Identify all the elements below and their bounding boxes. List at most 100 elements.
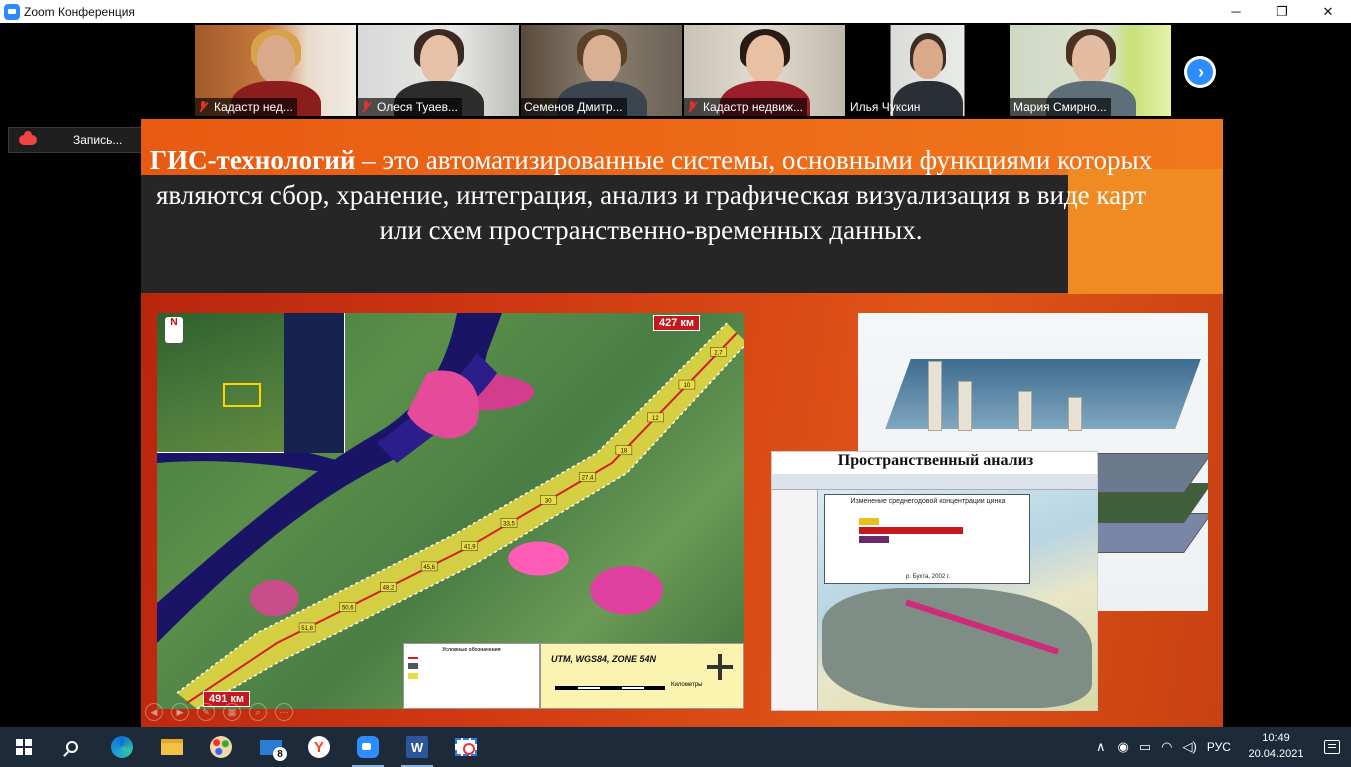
zoom-window: Zoom Конференция ─ ❐ ✕ Кадастр нед... Ол… xyxy=(0,0,1351,767)
segment-km-label: 2,7 xyxy=(714,350,723,356)
segment-km-label: 51,8 xyxy=(301,626,313,632)
spatial-analysis-screenshot: Пространственный анализ Изменение средне… xyxy=(771,451,1098,711)
participant-tile[interactable]: Кадастр недвиж... xyxy=(684,25,845,116)
shared-slide: ГИС-технологий – это автоматизированные … xyxy=(141,119,1223,727)
slide-heading: ГИС-технологий – это автоматизированные … xyxy=(141,143,1161,248)
participant-name: Кадастр нед... xyxy=(214,100,293,114)
previous-slide-icon[interactable]: ◀ xyxy=(145,703,163,721)
taskbar-zoom[interactable] xyxy=(344,727,392,767)
chart-bar xyxy=(859,527,963,534)
legend-swatch-zone xyxy=(408,673,418,679)
analysis-title: Пространственный анализ xyxy=(837,452,1034,469)
participant-tile[interactable]: Илья Чуксин xyxy=(847,25,1008,116)
muted-mic-icon xyxy=(198,101,208,113)
next-slide-icon[interactable]: ▶ xyxy=(171,703,189,721)
chart-caption: р. Бухта, 2002 г. xyxy=(906,574,950,580)
zinc-concentration-chart: Изменение среднегодовой концентрации цин… xyxy=(824,494,1030,584)
windows-logo-icon xyxy=(16,739,32,755)
taskbar-snipping-tool[interactable] xyxy=(442,727,490,767)
km-label-top: 427 км xyxy=(653,315,701,331)
system-tray: ∧ ◉ ▭ ◠ ◁) РУС xyxy=(1096,727,1231,767)
chart-bar xyxy=(859,518,879,525)
legend-swatch-segment xyxy=(408,663,418,669)
notification-center-button[interactable] xyxy=(1320,735,1344,759)
pipeline-satellite-map: 2,7 10 12 18 27,4 30 33,5 41,9 45,6 48,2 50,6 51,8 … xyxy=(157,313,744,709)
search-icon xyxy=(66,741,78,753)
segment-km-label: 50,6 xyxy=(342,606,354,612)
minimize-button[interactable]: ─ xyxy=(1213,0,1259,23)
scale-bar xyxy=(555,686,665,690)
window-title: Zoom Конференция xyxy=(24,4,135,19)
north-arrow-icon: N xyxy=(165,317,183,343)
scale-unit: Километры xyxy=(671,682,703,688)
participant-name: Кадастр недвиж... xyxy=(703,100,803,114)
clock-date: 20.04.2021 xyxy=(1248,748,1304,760)
segment-km-label: 45,6 xyxy=(423,565,435,571)
muted-mic-icon xyxy=(687,101,697,113)
segment-km-label: 33,5 xyxy=(503,521,515,527)
wifi-icon[interactable]: ◠ xyxy=(1161,739,1172,755)
study-area-frame xyxy=(223,383,261,407)
taskbar-edge[interactable] xyxy=(98,727,146,767)
segment-km-label: 10 xyxy=(684,383,691,389)
participant-name: Семенов Дмитр... xyxy=(524,100,623,114)
taskbar-paint[interactable] xyxy=(197,727,245,767)
segment-km-label: 12 xyxy=(652,416,659,422)
zoom-magnifier-icon[interactable]: ⌕ xyxy=(249,703,267,721)
title-bar: Zoom Конференция ─ ❐ ✕ xyxy=(0,0,1351,23)
participant-tile[interactable]: Олеся Туаев... xyxy=(358,25,519,116)
map-legend: Условные обозначения xyxy=(403,643,540,709)
word-icon: W xyxy=(406,736,428,758)
segment-km-label: 48,2 xyxy=(383,585,395,591)
pen-icon[interactable]: ✎ xyxy=(197,703,215,721)
participant-name: Олеся Туаев... xyxy=(377,100,458,114)
maximize-button[interactable]: ❐ xyxy=(1259,0,1305,23)
zoom-app-icon xyxy=(357,736,379,758)
mail-unread-badge: 8 xyxy=(273,747,287,761)
segment-km-label: 18 xyxy=(621,449,628,455)
taskbar-clock[interactable]: 10:49 20.04.2021 xyxy=(1246,730,1306,762)
zoom-app-icon xyxy=(4,3,20,20)
yandex-browser-icon: Y xyxy=(308,736,330,758)
slides-grid-icon[interactable]: ▦ xyxy=(223,703,241,721)
cloud-record-icon xyxy=(19,131,37,145)
start-button[interactable] xyxy=(0,727,48,767)
windows-taskbar: 8 Y W ∧ ◉ ▭ ◠ ◁) РУС 10:49 20.04.2021 xyxy=(0,727,1351,767)
battery-icon[interactable]: ▭ xyxy=(1139,739,1151,755)
overview-inset-map xyxy=(157,313,345,453)
participant-name: Мария Смирно... xyxy=(1013,100,1107,114)
chevron-up-icon[interactable]: ∧ xyxy=(1096,739,1106,755)
network-warning-icon[interactable]: ◉ xyxy=(1118,739,1129,755)
close-button[interactable]: ✕ xyxy=(1305,0,1351,23)
input-language[interactable]: РУС xyxy=(1207,740,1231,754)
legend-title: Условные обозначения xyxy=(442,647,501,653)
muted-mic-icon xyxy=(361,101,371,113)
participant-tile-active-speaker[interactable]: Мария Смирно... xyxy=(1010,25,1171,116)
taskbar-yandex[interactable]: Y xyxy=(295,727,343,767)
segment-km-label: 41,9 xyxy=(464,544,476,550)
legend-swatch-pipeline xyxy=(408,657,418,659)
projection-label: UTM, WGS84, ZONE 54N xyxy=(551,654,657,664)
participant-tile[interactable]: Семенов Дмитр... xyxy=(521,25,682,116)
recording-label: Запись... xyxy=(73,133,123,147)
participant-name: Илья Чуксин xyxy=(850,100,921,114)
paint-palette-icon xyxy=(210,736,232,758)
chart-title: Изменение среднегодовой концентрации цин… xyxy=(850,498,1006,505)
segment-km-label: 30 xyxy=(545,498,552,504)
taskbar-explorer[interactable] xyxy=(148,727,196,767)
volume-icon[interactable]: ◁) xyxy=(1183,739,1197,755)
compass-rose-icon xyxy=(705,652,735,682)
more-options-icon[interactable]: ⋯ xyxy=(275,703,293,721)
segment-km-label: 27,4 xyxy=(582,475,594,481)
file-explorer-icon xyxy=(161,739,183,755)
slide-controls: ◀ ▶ ✎ ▦ ⌕ ⋯ xyxy=(145,703,293,721)
notification-icon xyxy=(1324,740,1340,754)
next-participants-button[interactable]: › xyxy=(1184,56,1216,88)
taskbar-search-button[interactable] xyxy=(48,727,96,767)
taskbar-mail[interactable]: 8 xyxy=(247,727,295,767)
window-controls: ─ ❐ ✕ xyxy=(1213,0,1351,23)
chevron-right-icon: › xyxy=(1198,62,1204,82)
participant-tile[interactable]: Кадастр нед... xyxy=(195,25,356,116)
snipping-tool-icon xyxy=(455,738,477,756)
taskbar-word[interactable]: W xyxy=(393,727,441,767)
